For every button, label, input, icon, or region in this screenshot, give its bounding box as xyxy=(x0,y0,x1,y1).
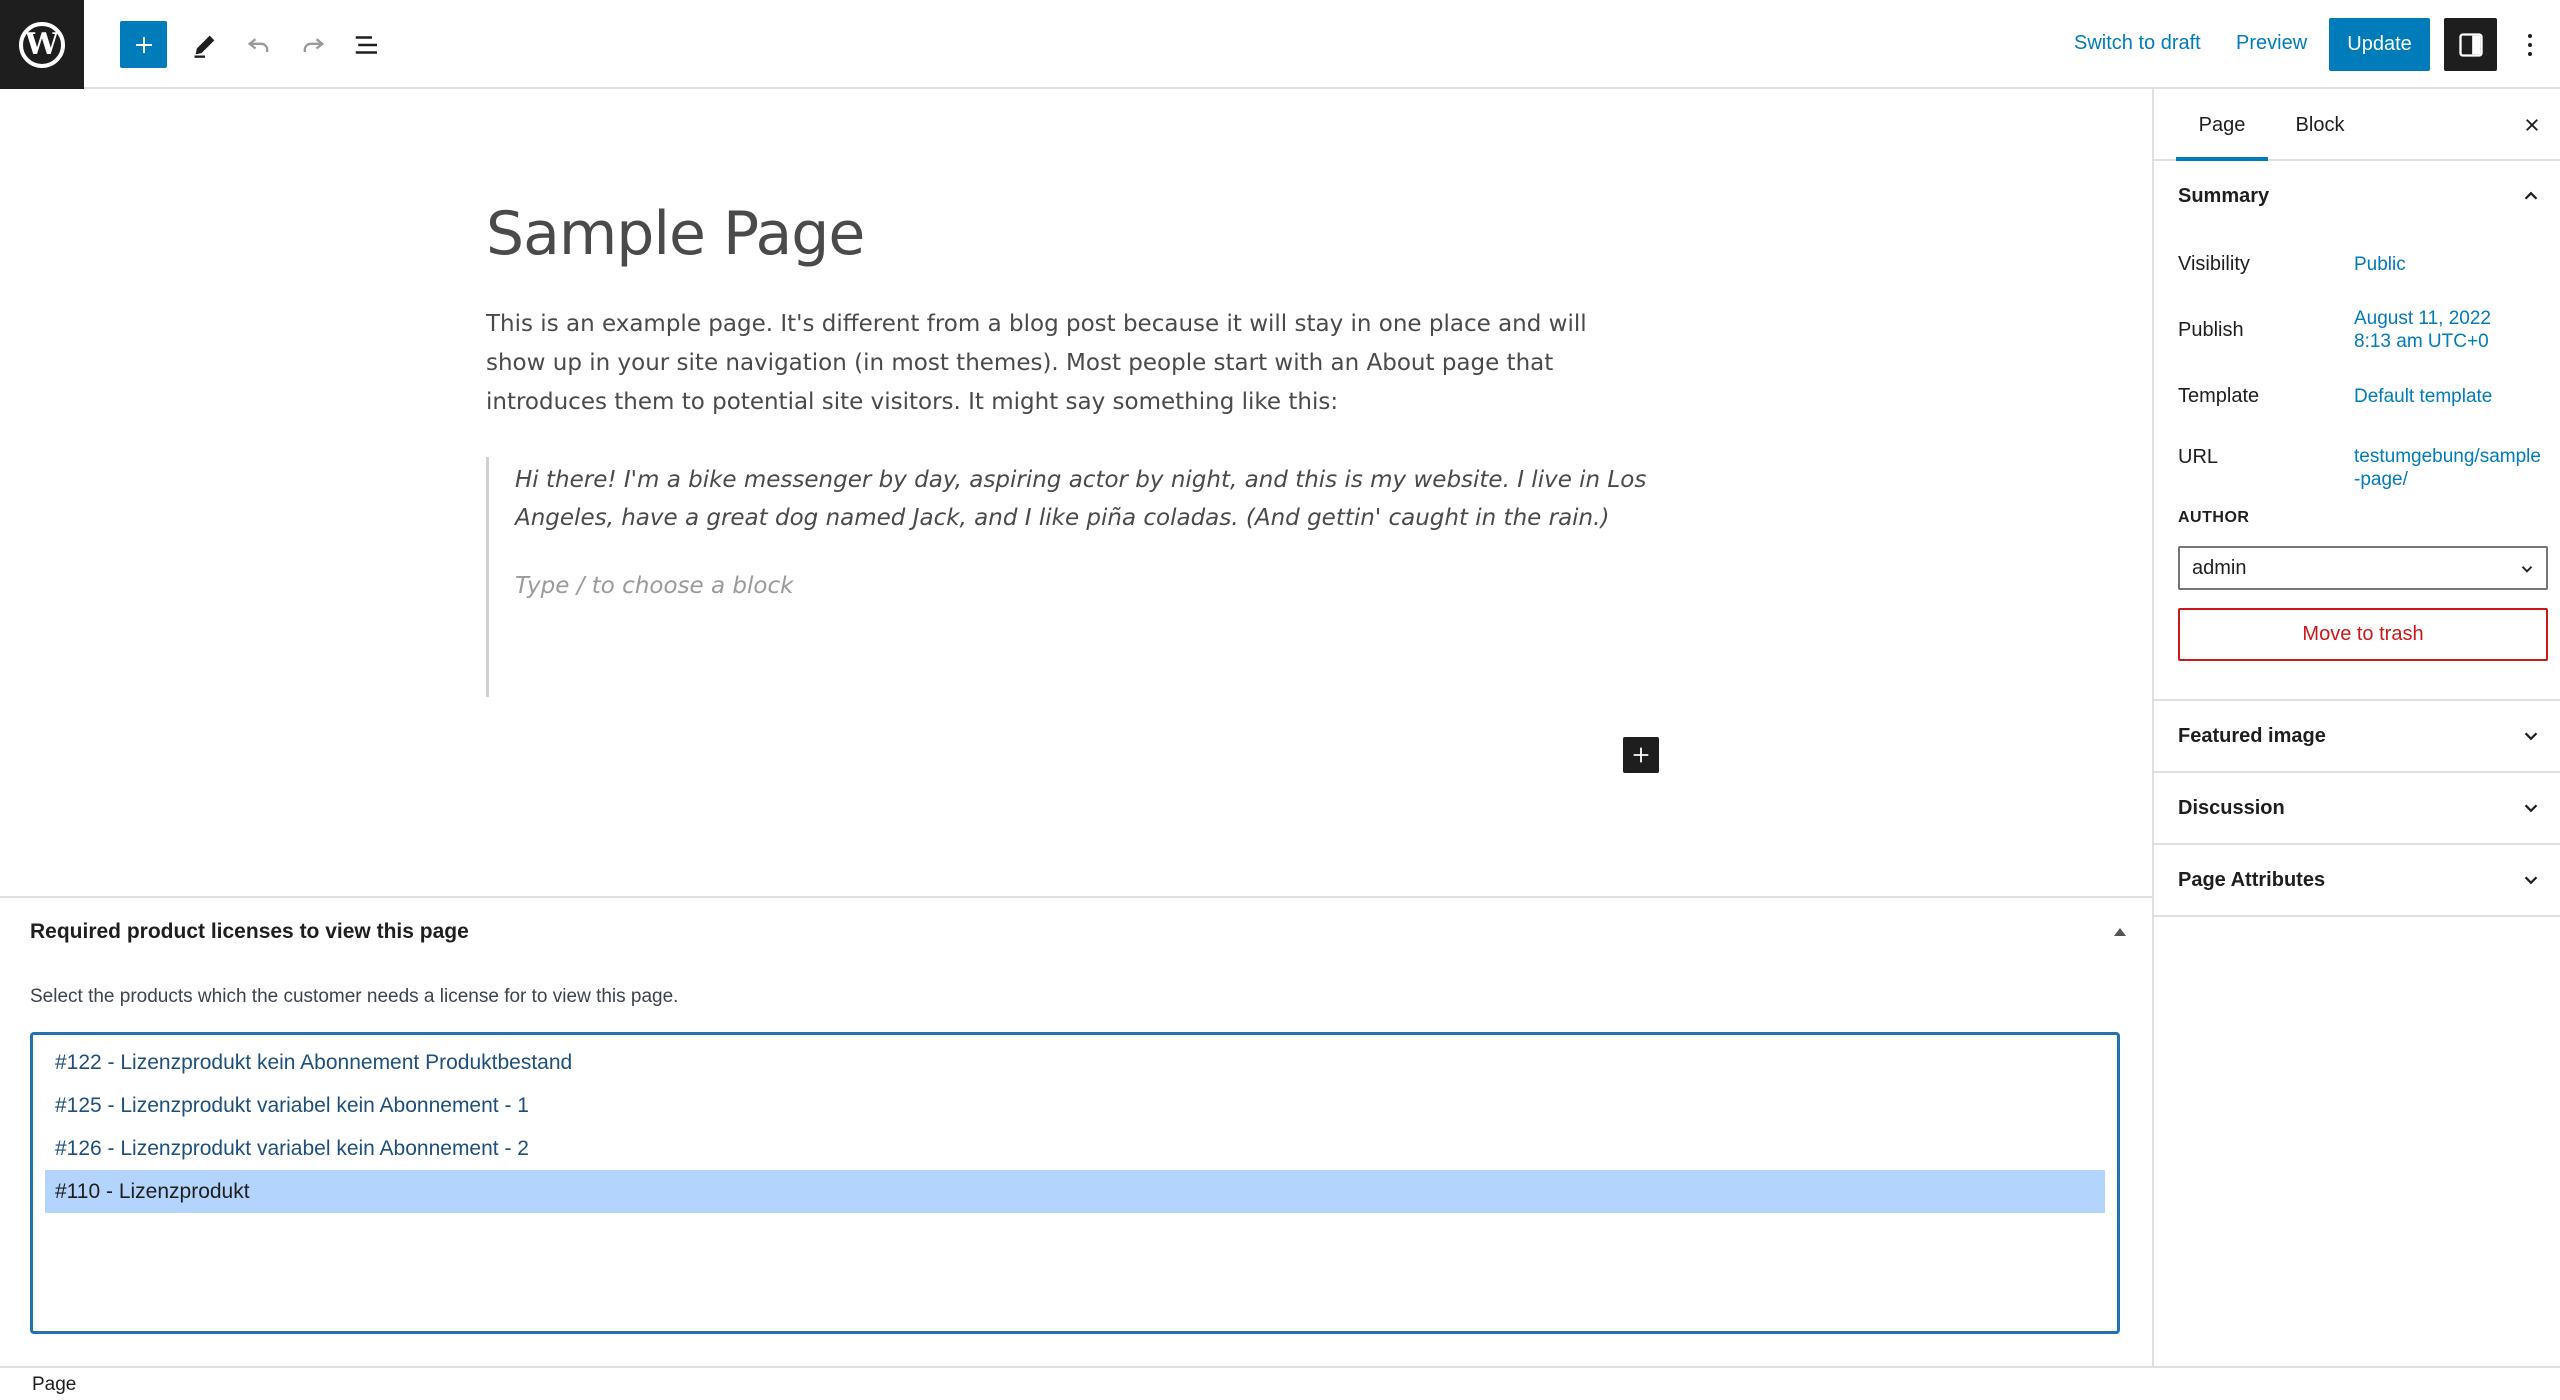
publish-date: August 11, 2022 xyxy=(2354,308,2491,329)
chevron-down-icon xyxy=(2521,566,2533,573)
tab-block[interactable]: Block xyxy=(2272,89,2368,161)
template-label: Template xyxy=(2178,385,2260,407)
url-label: URL xyxy=(2178,446,2219,468)
triangle-up-icon xyxy=(2114,928,2126,936)
license-metabox: Required product licenses to view this p… xyxy=(0,896,2152,1366)
summary-heading: Summary xyxy=(2178,185,2270,207)
quote-block[interactable]: Hi there! I'm a bike messenger by day, a… xyxy=(486,457,1666,697)
list-view-icon xyxy=(355,36,377,54)
settings-sidebar: Page Block Summary Visibility Public Pub… xyxy=(2152,89,2560,1366)
metabox-collapse-button[interactable] xyxy=(2108,920,2132,944)
chevron-down-icon xyxy=(2524,732,2538,741)
metabox-description: Select the products which the customer n… xyxy=(30,986,679,1007)
license-option[interactable]: #125 - Lizenzprodukt variabel kein Abonn… xyxy=(45,1084,2105,1127)
preview-button[interactable]: Preview xyxy=(2236,32,2307,55)
switch-to-draft-button[interactable]: Switch to draft xyxy=(2074,32,2201,55)
more-vertical-icon xyxy=(2528,43,2532,47)
close-sidebar-button[interactable] xyxy=(2520,113,2544,137)
sidebar-tabs: Page Block xyxy=(2154,89,2560,161)
visibility-value[interactable]: Public xyxy=(2354,253,2544,276)
undo-icon xyxy=(247,38,269,52)
visibility-label: Visibility xyxy=(2178,253,2250,275)
author-select[interactable]: admin xyxy=(2178,546,2548,590)
discussion-heading: Discussion xyxy=(2178,797,2285,819)
license-option-selected[interactable]: #110 - Lizenzprodukt xyxy=(45,1170,2105,1213)
block-placeholder[interactable]: Type / to choose a block xyxy=(515,573,1666,599)
update-button[interactable]: Update xyxy=(2329,18,2430,71)
template-value[interactable]: Default template xyxy=(2354,385,2544,408)
redo-icon xyxy=(303,38,325,52)
editor-header: W Switch to draft Preview Update xyxy=(0,0,2560,89)
plus-icon xyxy=(1633,747,1649,763)
author-selected-value: admin xyxy=(2192,557,2247,579)
discussion-panel-toggle[interactable]: Discussion xyxy=(2154,773,2560,843)
more-vertical-icon xyxy=(2528,52,2532,56)
block-inserter-button[interactable] xyxy=(120,21,167,68)
settings-sidebar-toggle[interactable] xyxy=(2444,18,2497,71)
wordpress-logo-mark: W xyxy=(19,21,65,68)
chevron-down-icon xyxy=(2524,876,2538,885)
inline-block-inserter-button[interactable] xyxy=(1623,737,1659,773)
pencil-icon xyxy=(194,35,215,58)
author-label: AUTHOR xyxy=(2178,509,2250,526)
close-icon xyxy=(2526,119,2538,131)
editor-footer: Page xyxy=(0,1366,2560,1400)
block-breadcrumb[interactable]: Page xyxy=(32,1374,76,1396)
page-attributes-heading: Page Attributes xyxy=(2178,869,2326,891)
more-vertical-icon xyxy=(2528,34,2532,38)
sidebar-toggle-icon xyxy=(2458,32,2483,57)
publish-date-button[interactable]: August 11, 2022 8:13 am UTC+0 xyxy=(2354,307,2544,353)
editor-canvas: Sample Page This is an example page. It'… xyxy=(0,89,2152,896)
list-view-button[interactable] xyxy=(344,22,390,68)
chevron-down-icon xyxy=(2524,804,2538,813)
wordpress-logo[interactable]: W xyxy=(0,0,84,89)
post-title[interactable]: Sample Page xyxy=(486,199,865,269)
summary-panel-toggle[interactable]: Summary xyxy=(2154,161,2560,231)
plus-icon xyxy=(135,36,152,53)
metabox-title[interactable]: Required product licenses to view this p… xyxy=(30,920,469,944)
move-to-trash-button[interactable]: Move to trash xyxy=(2178,608,2548,661)
tools-button[interactable] xyxy=(182,22,228,68)
license-product-multiselect[interactable]: #122 - Lizenzprodukt kein Abonnement Pro… xyxy=(30,1032,2120,1334)
featured-image-heading: Featured image xyxy=(2178,725,2326,747)
panel-divider xyxy=(2154,915,2560,917)
paragraph-block[interactable]: This is an example page. It's different … xyxy=(486,305,1646,422)
redo-button[interactable] xyxy=(290,22,336,68)
page-attributes-panel-toggle[interactable]: Page Attributes xyxy=(2154,845,2560,915)
tab-page[interactable]: Page xyxy=(2176,89,2268,161)
options-menu-button[interactable] xyxy=(2515,22,2545,68)
license-option[interactable]: #122 - Lizenzprodukt kein Abonnement Pro… xyxy=(45,1041,2105,1084)
license-option[interactable]: #126 - Lizenzprodukt variabel kein Abonn… xyxy=(45,1127,2105,1170)
publish-label: Publish xyxy=(2178,319,2244,341)
chevron-up-icon xyxy=(2524,191,2538,200)
url-value[interactable]: testumgebung/sample-page/ xyxy=(2354,445,2544,491)
publish-time: 8:13 am UTC+0 xyxy=(2354,331,2489,352)
undo-button[interactable] xyxy=(236,22,282,68)
featured-image-panel-toggle[interactable]: Featured image xyxy=(2154,701,2560,771)
quote-text[interactable]: Hi there! I'm a bike messenger by day, a… xyxy=(515,457,1666,537)
